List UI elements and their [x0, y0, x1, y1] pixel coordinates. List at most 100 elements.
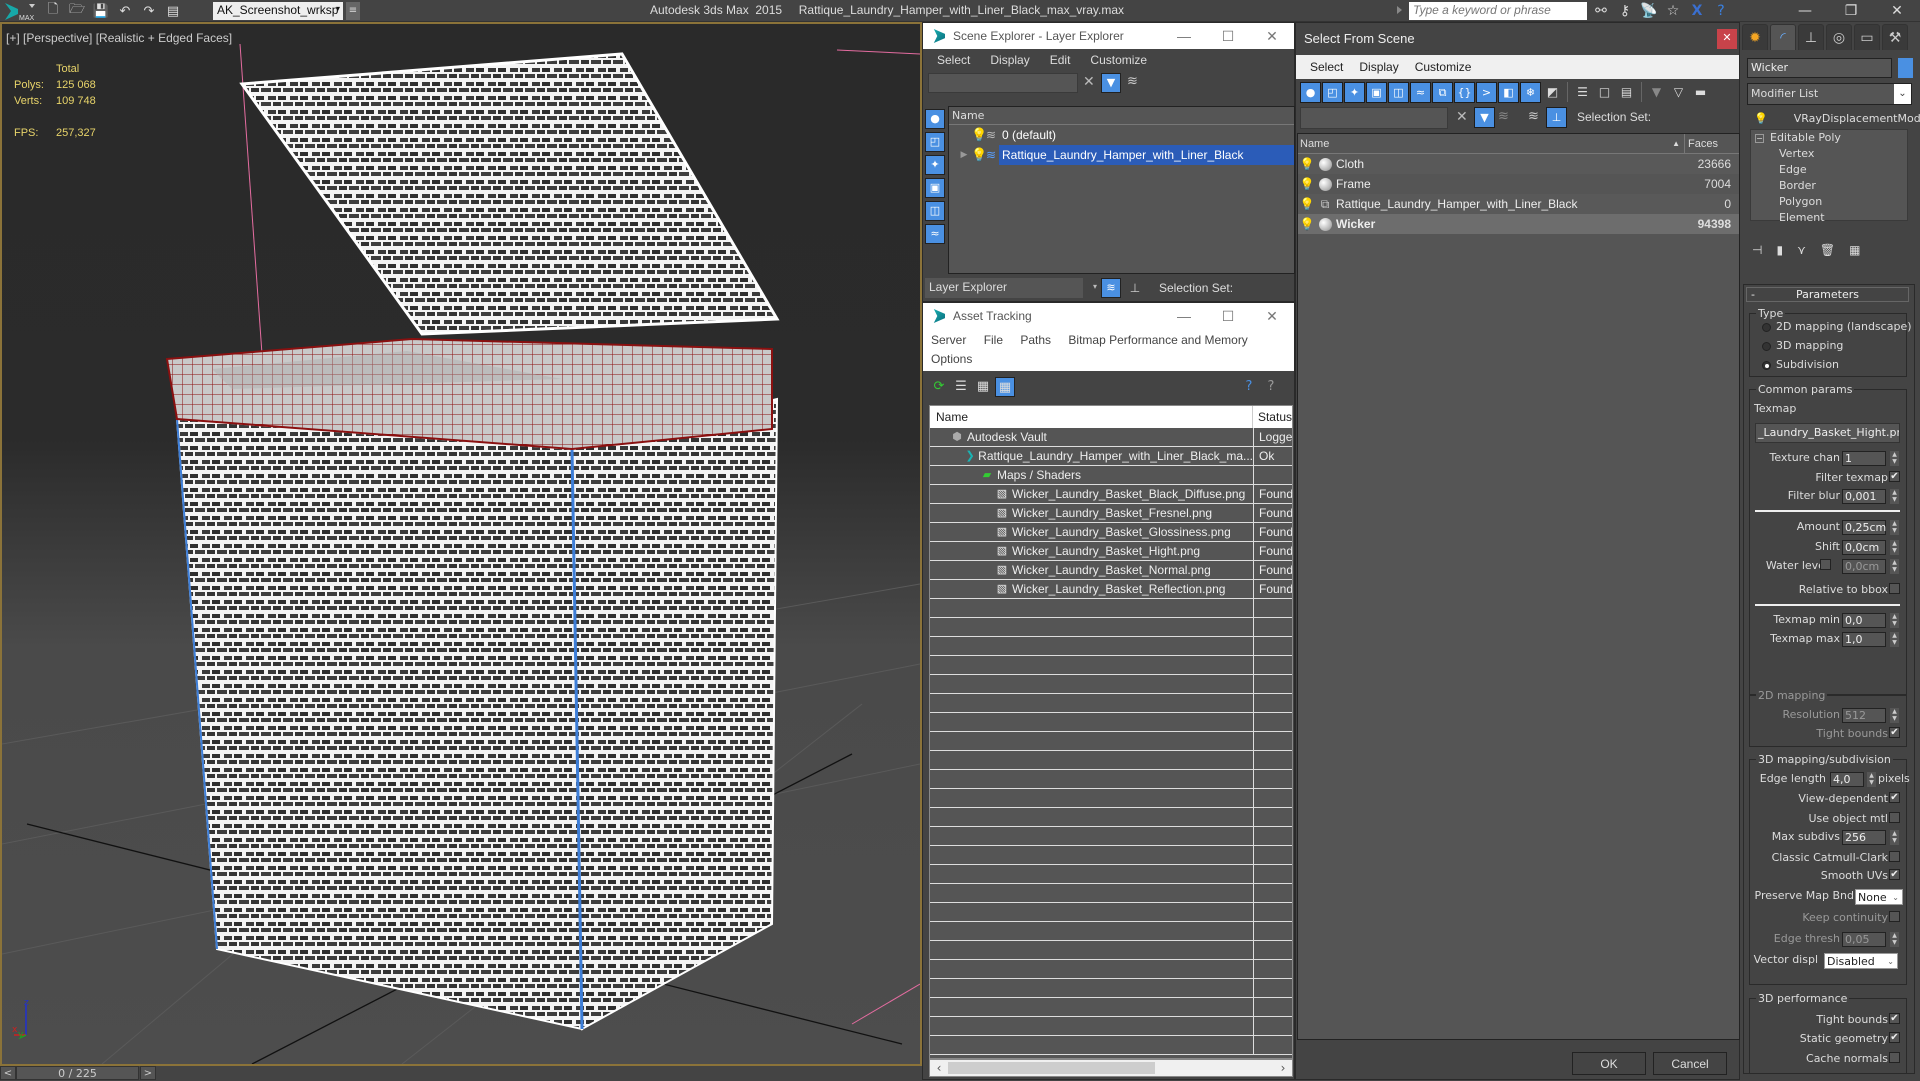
remove-modifier-icon[interactable]: 🗑 — [1820, 243, 1835, 257]
geometry-filter-icon[interactable]: ● — [925, 109, 945, 129]
view-dependent-checkbox[interactable]: ✔ — [1889, 792, 1900, 803]
helpers-filter-icon[interactable]: ◫ — [1388, 81, 1409, 103]
create-tab-icon[interactable]: ✹ — [1742, 24, 1768, 50]
asset-row[interactable]: ▧ Wicker_Laundry_Basket_Fresnel.png Found — [930, 504, 1292, 523]
vector-displ-dropdown[interactable]: Disabled ⌄ — [1824, 953, 1898, 969]
menu-display[interactable]: Display — [980, 53, 1039, 67]
keyword-search-input[interactable]: Type a keyword or phrase — [1409, 2, 1587, 20]
project-folder-icon[interactable]: ▤ — [164, 2, 182, 20]
water-level-spinner[interactable]: 0,0cm — [1842, 559, 1886, 574]
make-unique-icon[interactable]: ⋎ — [1797, 243, 1806, 257]
column-header-name[interactable]: Name — [930, 406, 1253, 428]
layer-row[interactable]: 💡 ≋ 0 (default) — [949, 125, 1294, 145]
spinner-arrows-icon[interactable]: ▲ ▼ — [1890, 540, 1899, 555]
x-icon[interactable]: X — [1688, 2, 1706, 20]
max-subdivs-spinner[interactable]: 256 — [1842, 830, 1886, 845]
select-none-icon[interactable]: □ — [1594, 82, 1615, 103]
perspective-viewport[interactable]: [+] [Perspective] [Realistic + Edged Fac… — [0, 22, 922, 1066]
spinner-arrows-icon[interactable]: ▲ ▼ — [1890, 632, 1899, 647]
close-button[interactable]: ✕ — [1874, 0, 1920, 22]
maximize-button[interactable]: ☐ — [1206, 308, 1250, 325]
cameras-filter-icon[interactable]: ▣ — [925, 178, 945, 198]
menu-customize[interactable]: Customize — [1407, 60, 1480, 74]
menu-options[interactable]: Options — [931, 352, 972, 366]
hidden-filter-icon[interactable]: ◩ — [1542, 82, 1563, 103]
radio-3d-mapping[interactable] — [1762, 342, 1771, 351]
asset-row[interactable]: ▰ Maps / Shaders — [930, 466, 1292, 485]
minimize-button[interactable]: — — [1782, 0, 1828, 22]
cameras-filter-icon[interactable]: ▣ — [1366, 81, 1387, 103]
light-bulb-icon[interactable]: 💡 — [1298, 195, 1316, 213]
scene-explorer-search-input[interactable] — [928, 73, 1078, 93]
spinner-arrows-icon[interactable]: ▲ ▼ — [1890, 613, 1899, 628]
filter-blur-spinner[interactable]: 0,001 — [1842, 489, 1886, 504]
workspace-dropdown[interactable]: AK_Screenshot_wrksp ▾ — [213, 2, 343, 20]
modify-tab-icon[interactable]: ◜ — [1770, 24, 1796, 50]
undo-icon[interactable]: ↶ — [116, 2, 134, 20]
asset-row[interactable]: ▧ Wicker_Laundry_Basket_Normal.png Found — [930, 561, 1292, 580]
groups-filter-icon[interactable]: ⧉ — [1432, 81, 1453, 103]
motion-tab-icon[interactable]: ◎ — [1826, 24, 1852, 50]
bones-filter-icon[interactable]: > — [1476, 81, 1497, 103]
light-bulb-icon[interactable]: 💡 — [1298, 155, 1316, 173]
configure-modifier-sets-icon[interactable]: ▦ — [1849, 243, 1860, 257]
menu-server[interactable]: Server — [931, 333, 966, 347]
filter-toggle-icon[interactable]: ▼ — [1474, 107, 1495, 128]
light-bulb-icon[interactable]: 💡 — [1298, 215, 1316, 233]
minimize-button[interactable]: — — [1162, 308, 1206, 324]
static-geometry-checkbox[interactable]: ✔ — [1889, 1032, 1900, 1043]
texmap-min-spinner[interactable]: 0,0 — [1842, 613, 1886, 628]
subobject-vertex[interactable]: Vertex — [1751, 146, 1907, 162]
display-tab-icon[interactable]: ▭ — [1854, 24, 1880, 50]
save-icon[interactable]: 💾 — [92, 2, 110, 20]
subobject-edge[interactable]: Edge — [1751, 162, 1907, 178]
shapes-filter-icon[interactable]: ◰ — [1322, 81, 1343, 103]
time-next-button[interactable]: > — [140, 1066, 156, 1080]
restore-button[interactable]: ❐ — [1828, 0, 1874, 22]
radio-2d-mapping[interactable] — [1762, 323, 1771, 332]
filter-texmap-checkbox[interactable]: ✔ — [1889, 471, 1900, 482]
thumbnail-view-icon[interactable]: ▦ — [973, 377, 993, 397]
spacewarps-filter-icon[interactable]: ≈ — [1410, 81, 1431, 103]
vault-login-icon[interactable]: ? — [1239, 377, 1259, 397]
layer-highlight-icon[interactable]: ≋ — [1498, 109, 1509, 124]
list-view-icon[interactable]: ☰ — [951, 377, 971, 397]
explorer-mode-dropdown[interactable]: Layer Explorer ▾ — [925, 278, 1097, 298]
light-bulb-icon[interactable]: 💡 — [971, 148, 987, 163]
stack-item-vray-displacement[interactable]: 💡 VRayDisplacementMod — [1748, 111, 1920, 127]
texture-chan-spinner[interactable]: 1 — [1842, 451, 1886, 466]
asset-row[interactable]: ▧ Wicker_Laundry_Basket_Glossiness.png Fou… — [930, 523, 1292, 542]
pin-stack-icon[interactable]: ⊣ — [1752, 243, 1762, 257]
tight-bounds-2d-checkbox[interactable]: ✔ — [1889, 727, 1900, 738]
menu-select[interactable]: Select — [927, 53, 980, 67]
search-expand-icon[interactable] — [1397, 6, 1402, 14]
filter-options-icon[interactable]: ▽ — [1668, 82, 1689, 103]
texmap-max-spinner[interactable]: 1,0 — [1842, 632, 1886, 647]
refresh-icon[interactable]: ⟳ — [929, 377, 949, 397]
select-all-icon[interactable]: ☰ — [1572, 82, 1593, 103]
menu-bitmap-performance[interactable]: Bitmap Performance and Memory — [1068, 333, 1247, 347]
column-header-faces[interactable]: Faces — [1685, 134, 1739, 153]
relative-bbox-checkbox[interactable] — [1889, 583, 1900, 594]
use-object-mtl-checkbox[interactable] — [1889, 812, 1900, 823]
object-row[interactable]: 💡 Wicker 94398 — [1298, 214, 1739, 234]
filter-icon[interactable]: ▼ — [1646, 82, 1667, 103]
open-file-icon[interactable]: 🗁 — [68, 2, 86, 20]
cancel-button[interactable]: Cancel — [1653, 1052, 1727, 1075]
time-slider-thumb[interactable]: 0 / 225 — [16, 1066, 139, 1080]
column-header-name[interactable]: Name ▲ — [1298, 134, 1685, 153]
edge-thresh-spinner[interactable]: 0,05 — [1842, 932, 1886, 947]
show-end-result-icon[interactable]: ▮ — [1776, 243, 1783, 257]
subobject-border[interactable]: Border — [1751, 178, 1907, 194]
rollout-header[interactable]: - Parameters — [1746, 287, 1909, 302]
object-name-input[interactable]: Wicker — [1747, 58, 1892, 78]
column-chooser-icon[interactable]: ▬ — [1690, 82, 1711, 103]
asset-tracking-titlebar[interactable]: Asset Tracking — ☐ ✕ — [923, 303, 1294, 329]
close-button[interactable]: ✕ — [1250, 28, 1294, 45]
hierarchy-tab-icon[interactable]: ⊥ — [1798, 24, 1824, 50]
time-prev-button[interactable]: < — [0, 1066, 16, 1080]
menu-customize[interactable]: Customize — [1080, 53, 1157, 67]
spacewarps-filter-icon[interactable]: ≈ — [925, 224, 945, 244]
stack-item-editable-poly[interactable]: − Editable Poly — [1751, 130, 1907, 146]
spinner-arrows-icon[interactable]: ▲ ▼ — [1890, 830, 1899, 845]
